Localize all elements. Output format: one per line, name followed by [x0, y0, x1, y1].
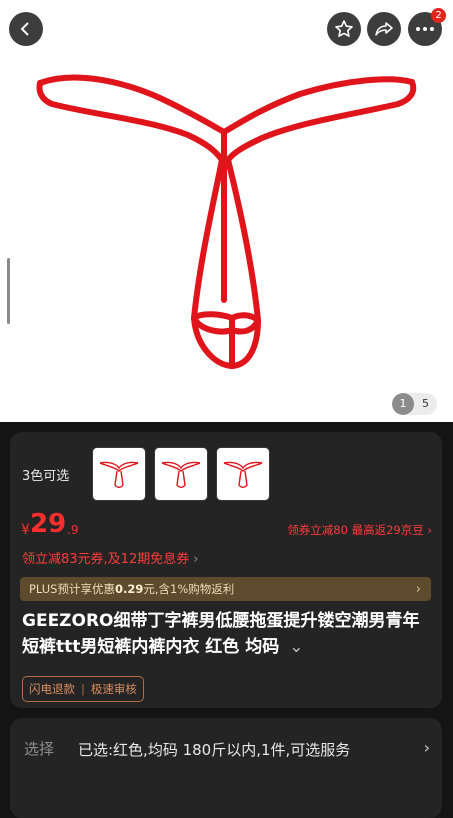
back-button[interactable] — [9, 12, 43, 46]
favorite-button[interactable] — [327, 12, 361, 46]
product-image-gallery[interactable]: 2 1 5 — [0, 0, 453, 422]
product-thumbnail — [223, 461, 263, 488]
pager-total: 5 — [422, 397, 429, 410]
product-image — [36, 74, 417, 369]
coupon-link[interactable]: 领立减83元券,及12期免息券 › — [22, 548, 198, 567]
color-thumb-1[interactable] — [92, 447, 146, 501]
plus-discount-bar[interactable]: PLUS预计享优惠0.29元,含1%购物返利 › — [20, 577, 431, 601]
chevron-down-icon: ⌄ — [289, 637, 304, 657]
coupon-text: 领立减83元券,及12期免息券 — [22, 552, 190, 567]
product-thumbnail — [161, 461, 201, 488]
selection-card[interactable]: 选择 已选:红色,均码 180斤以内,1件,可选服务 › — [10, 718, 442, 818]
product-title[interactable]: GEEZORO细带丁字裤男低腰拖蛋提升镂空潮男青年短裤ttt男短裤内裤内衣 红色… — [22, 608, 427, 660]
chevron-left-icon — [20, 22, 29, 36]
product-info-card: 3色可选 ¥ 29 .9 领券立减80 最高返29京豆 › 领立减83元券,及1… — [10, 432, 442, 708]
chevron-right-icon: › — [193, 552, 199, 567]
price-symbol: ¥ — [21, 522, 30, 538]
tag-fast-refund: 闪电退款 — [29, 682, 75, 696]
selection-label: 选择 — [24, 740, 55, 758]
share-button[interactable] — [367, 12, 401, 46]
promo-summary-link[interactable]: 领券立减80 最高返29京豆 › — [287, 522, 432, 538]
color-thumb-3[interactable] — [216, 447, 270, 501]
plus-discount-text: PLUS预计享优惠0.29元,含1%购物返利 — [29, 582, 235, 596]
price-decimal: .9 — [67, 523, 79, 537]
service-tags[interactable]: 闪电退款 | 极速审核 — [22, 676, 144, 702]
product-title-text: GEEZORO细带丁字裤男低腰拖蛋提升镂空潮男青年短裤ttt男短裤内裤内衣 红色… — [22, 611, 420, 657]
image-pager: 1 5 — [392, 393, 437, 415]
selection-value: 已选:红色,均码 180斤以内,1件,可选服务 — [78, 741, 351, 759]
more-button[interactable]: 2 — [408, 8, 446, 46]
scrollbar[interactable] — [7, 258, 10, 324]
tag-divider: | — [81, 682, 85, 696]
chevron-right-icon: › — [423, 738, 430, 757]
more-dots-icon — [416, 27, 434, 31]
star-icon — [335, 20, 353, 37]
message-badge: 2 — [431, 8, 446, 23]
tag-fast-review: 极速审核 — [90, 682, 137, 696]
price-integer: 29 — [30, 509, 67, 539]
pager-current: 1 — [392, 393, 414, 415]
color-thumb-2[interactable] — [154, 447, 208, 501]
share-arrow-icon — [375, 22, 393, 36]
chevron-right-icon: › — [415, 581, 421, 597]
product-thumbnail — [99, 461, 139, 488]
color-count-label: 3色可选 — [22, 469, 70, 484]
